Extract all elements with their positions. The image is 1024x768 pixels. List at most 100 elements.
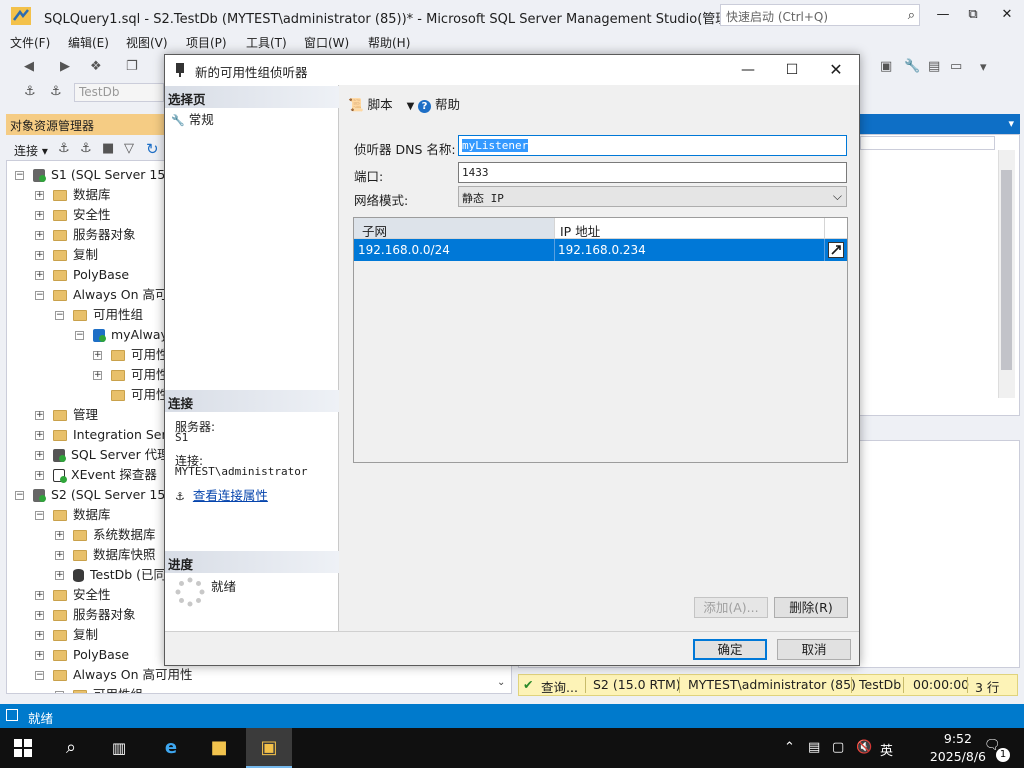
cancel-button[interactable]: 取消 xyxy=(777,639,851,660)
volume-muted-icon[interactable]: 🔇 xyxy=(856,740,872,755)
tree-node[interactable]: + 安全性 xyxy=(35,205,111,225)
tab-menu-icon[interactable]: ▾ xyxy=(1008,117,1014,130)
dialog-maximize-button[interactable]: ☐ xyxy=(769,58,815,82)
expand-icon[interactable]: + xyxy=(35,451,44,460)
restore-button[interactable]: ⧉ xyxy=(958,4,988,26)
stop-icon[interactable]: ■ xyxy=(102,141,114,156)
quick-launch-input[interactable]: 快速启动 (Ctrl+Q) ⌕ xyxy=(720,4,920,26)
view-connection-properties[interactable]: ⚓ 查看连接属性 xyxy=(175,485,268,504)
ie-taskbar-button[interactable]: e xyxy=(148,728,194,768)
menu-edit[interactable]: 编辑(E) xyxy=(68,34,109,51)
editor-member-combo[interactable] xyxy=(860,136,995,150)
add-button[interactable]: 添加(A)... xyxy=(694,597,768,618)
tree-node[interactable]: + Integration Serv xyxy=(35,425,174,445)
tree-node[interactable]: − S2 (SQL Server 15.0 xyxy=(15,485,177,505)
command-window-icon[interactable]: ▭ xyxy=(950,59,962,74)
tree-node[interactable]: − Always On 高可用性 xyxy=(35,665,193,685)
connect-icon[interactable]: ⚓ xyxy=(24,84,36,99)
network-icon[interactable]: ▤ xyxy=(808,740,820,755)
expand-icon[interactable]: + xyxy=(35,191,44,200)
dns-name-input[interactable]: myListener xyxy=(458,135,847,156)
menu-file[interactable]: 文件(F) xyxy=(10,34,50,51)
collapse-icon[interactable]: − xyxy=(15,171,24,180)
tree-node[interactable]: + 服务器对象 xyxy=(35,225,136,245)
tree-node[interactable]: + 可用性 xyxy=(93,365,169,385)
collapse-icon[interactable]: − xyxy=(15,491,24,500)
dialog-close-button[interactable]: ✕ xyxy=(813,58,859,82)
expand-icon[interactable]: + xyxy=(35,211,44,220)
tree-node[interactable]: + 数据库 xyxy=(35,185,111,205)
connect-plug-icon[interactable]: ⚓ xyxy=(58,141,70,156)
wrench-icon[interactable]: 🔧 xyxy=(904,59,920,74)
expand-icon[interactable]: + xyxy=(93,371,102,380)
expand-icon[interactable]: + xyxy=(55,571,64,580)
tree-node[interactable]: + 服务器对象 xyxy=(35,605,136,625)
tree-node[interactable]: − 数据库 xyxy=(35,505,111,525)
explorer-taskbar-button[interactable]: ■ xyxy=(196,728,242,768)
tree-node[interactable]: + 复制 xyxy=(35,245,98,265)
customize-icon[interactable]: ▾ xyxy=(980,60,987,75)
collapse-icon[interactable]: − xyxy=(55,691,64,693)
expand-icon[interactable]: + xyxy=(35,271,44,280)
script-button[interactable]: 📜 脚本 ▼ xyxy=(348,94,414,113)
refresh-icon[interactable]: ↻ xyxy=(146,140,159,158)
ok-button[interactable]: 确定 xyxy=(693,639,767,660)
start-button[interactable] xyxy=(0,728,46,768)
tree-node[interactable]: + 安全性 xyxy=(35,585,111,605)
expand-icon[interactable]: + xyxy=(35,611,44,620)
show-hidden-icons-icon[interactable]: ⌃ xyxy=(784,740,795,755)
tree-node[interactable]: + 可用性 xyxy=(93,345,169,365)
tree-node[interactable]: − myAlways xyxy=(75,325,174,345)
disconnect-icon[interactable]: ⚓ xyxy=(50,84,62,99)
grid-header-subnet[interactable]: 子网 xyxy=(362,221,387,240)
row-edit-button[interactable] xyxy=(828,242,844,258)
toolbox-icon[interactable]: ▤ xyxy=(928,59,940,74)
tree-node[interactable]: + 复制 xyxy=(35,625,98,645)
tree-node[interactable]: + XEvent 探查器 xyxy=(35,465,157,485)
remove-button[interactable]: 删除(R) xyxy=(774,597,848,618)
forward-icon[interactable]: ▶ xyxy=(60,59,70,74)
collapse-icon[interactable]: − xyxy=(35,291,44,300)
menu-tools[interactable]: 工具(T) xyxy=(246,34,287,51)
tree-node[interactable]: + 系统数据库 xyxy=(55,525,156,545)
tree-node[interactable]: 可用性 xyxy=(93,385,169,405)
collapse-icon[interactable]: − xyxy=(75,331,84,340)
task-view-button[interactable]: ▥ xyxy=(96,728,142,768)
menu-help[interactable]: 帮助(H) xyxy=(368,34,410,51)
collapse-icon[interactable]: − xyxy=(35,511,44,520)
database-combo[interactable]: TestDb xyxy=(74,83,164,102)
expand-icon[interactable]: + xyxy=(35,251,44,260)
grid-row[interactable]: 192.168.0.0/24 192.168.0.234 xyxy=(354,239,847,261)
tree-node[interactable]: + TestDb (已同 xyxy=(55,565,166,585)
back-icon[interactable]: ◀ xyxy=(24,59,34,74)
minimize-button[interactable]: — xyxy=(928,4,958,26)
tree-node[interactable]: − S1 (SQL Server 15.0 xyxy=(15,165,177,185)
tree-node[interactable]: − 可用性组 xyxy=(55,685,143,693)
ime-mode-icon[interactable]: ▢ xyxy=(832,740,844,755)
expand-icon[interactable]: + xyxy=(35,471,44,480)
expand-icon[interactable]: + xyxy=(35,231,44,240)
help-button[interactable]: ? 帮助 xyxy=(418,94,460,113)
filter-icon[interactable]: ▽ xyxy=(124,141,134,156)
port-input[interactable]: 1433 xyxy=(458,162,847,183)
close-button[interactable]: ✕ xyxy=(992,4,1022,26)
tree-node[interactable]: − 可用性组 xyxy=(55,305,143,325)
grid-header-ip[interactable]: IP 地址 xyxy=(560,221,600,240)
expand-icon[interactable]: + xyxy=(35,411,44,420)
tree-node[interactable]: − Always On 高可用 xyxy=(35,285,180,305)
expand-icon[interactable]: + xyxy=(35,431,44,440)
network-mode-select[interactable]: 静态 IP ⌵ xyxy=(458,186,847,207)
expand-icon[interactable]: + xyxy=(35,631,44,640)
editor-scroll-thumb[interactable] xyxy=(1001,170,1012,370)
page-general[interactable]: 🔧 常规 xyxy=(171,109,214,128)
tree-node[interactable]: + 数据库快照 xyxy=(55,545,156,565)
new-project-icon[interactable]: ❖ xyxy=(90,59,102,74)
search-taskbar-button[interactable]: ⌕ xyxy=(48,728,94,768)
menu-view[interactable]: 视图(V) xyxy=(126,34,168,51)
disconnect-plug-icon[interactable]: ⚓ xyxy=(80,141,92,156)
expand-icon[interactable]: + xyxy=(35,591,44,600)
ssms-taskbar-button[interactable]: ▣ xyxy=(246,728,292,768)
menu-project[interactable]: 项目(P) xyxy=(186,34,227,51)
tree-node[interactable]: + SQL Server 代理 xyxy=(35,445,170,465)
clock[interactable]: 9:52 2025/8/6 xyxy=(930,730,986,766)
